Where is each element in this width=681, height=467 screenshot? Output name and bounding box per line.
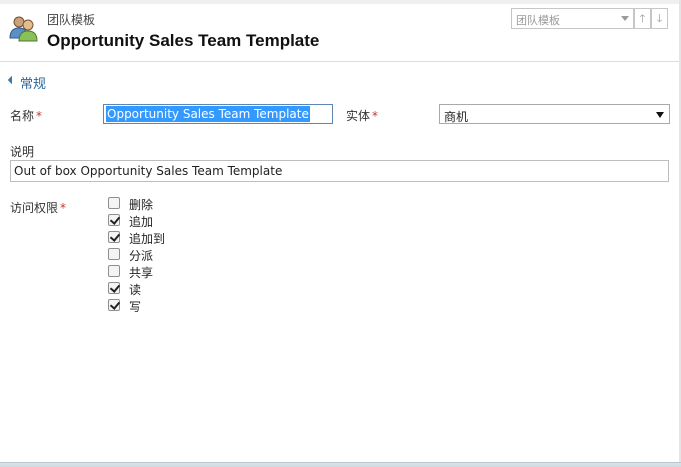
section-general-title[interactable]: 常规	[20, 73, 46, 92]
checkbox-share[interactable]	[108, 265, 120, 277]
access-option-label: 分派	[129, 249, 154, 263]
access-option-read[interactable]: 读	[108, 281, 188, 297]
form-selector-dropdown[interactable]: 团队模板	[511, 8, 634, 29]
form-selector-value: 团队模板	[516, 14, 560, 27]
access-label-text: 访问权限	[10, 201, 59, 215]
next-record-button[interactable]: 🡓	[651, 8, 668, 29]
chevron-down-icon	[621, 16, 629, 21]
description-input[interactable]: Out of box Opportunity Sales Team Templa…	[10, 160, 669, 182]
arrow-down-icon: 🡓	[656, 12, 663, 25]
arrow-up-icon: 🡑	[639, 12, 646, 25]
checkbox-append-to[interactable]	[108, 231, 120, 243]
name-input-value: Opportunity Sales Team Template	[106, 106, 310, 122]
access-option-append-to[interactable]: 追加到	[108, 230, 188, 246]
name-field-label: 名称 *	[10, 107, 42, 124]
checkbox-delete[interactable]	[108, 197, 120, 209]
access-option-write[interactable]: 写	[108, 298, 188, 314]
access-option-label: 写	[129, 300, 142, 314]
required-marker: *	[60, 201, 67, 215]
access-option-append[interactable]: 追加	[108, 213, 188, 229]
collapse-triangle-icon[interactable]	[7, 75, 17, 85]
required-marker: *	[372, 109, 379, 123]
entity-field-label: 实体 *	[346, 107, 378, 124]
access-option-label: 共享	[129, 266, 154, 280]
checkbox-read[interactable]	[108, 282, 120, 294]
access-option-label: 追加到	[129, 232, 166, 246]
access-option-label: 删除	[129, 198, 154, 212]
previous-record-button[interactable]: 🡑	[634, 8, 651, 29]
dropdown-arrow-icon	[656, 112, 664, 118]
access-option-label: 读	[129, 283, 142, 297]
entity-type-label: 团队模板	[47, 13, 96, 27]
entity-select-value: 商机	[444, 110, 469, 124]
checkbox-assign[interactable]	[108, 248, 120, 260]
access-option-delete[interactable]: 删除	[108, 196, 188, 212]
name-input[interactable]: Opportunity Sales Team Template	[103, 104, 333, 124]
checkbox-append[interactable]	[108, 214, 120, 226]
header-divider	[0, 61, 679, 62]
access-option-assign[interactable]: 分派	[108, 247, 188, 263]
checkbox-write[interactable]	[108, 299, 120, 311]
access-option-label: 追加	[129, 215, 154, 229]
entity-select[interactable]: 商机	[439, 104, 670, 124]
entity-label-text: 实体	[346, 109, 371, 123]
team-users-icon	[9, 16, 38, 42]
access-option-share[interactable]: 共享	[108, 264, 188, 280]
record-title: Opportunity Sales Team Template	[47, 31, 320, 50]
access-rights-label: 访问权限 *	[10, 199, 66, 216]
top-border	[0, 0, 681, 4]
description-field-label: 说明	[10, 145, 35, 159]
name-label-text: 名称	[10, 109, 35, 123]
footer-bar	[0, 462, 681, 467]
description-input-value: Out of box Opportunity Sales Team Templa…	[14, 164, 283, 178]
team-template-form: 团队模板 Opportunity Sales Team Template 团队模…	[0, 0, 681, 467]
required-marker: *	[36, 109, 43, 123]
